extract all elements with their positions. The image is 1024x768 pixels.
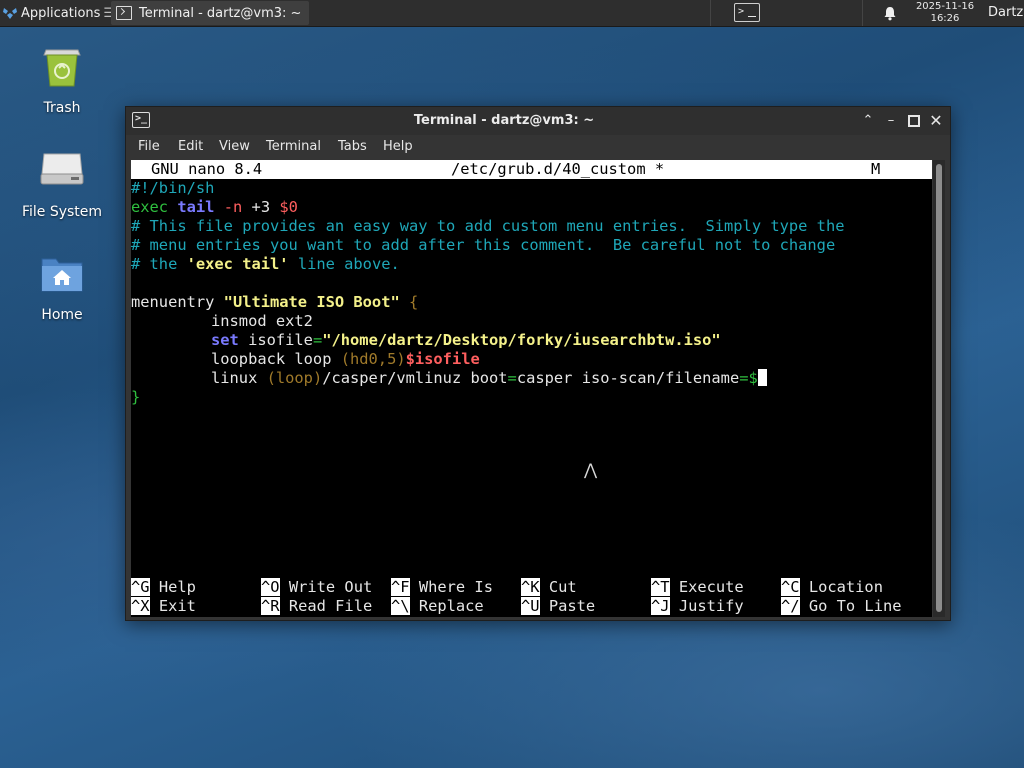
code-line: # the 'exec tail' line above.	[131, 255, 400, 273]
taskbar-item-terminal[interactable]: Terminal - dartz@vm3: ~	[111, 1, 309, 25]
xfce-logo-icon	[3, 8, 17, 19]
trash-icon	[43, 49, 81, 87]
desktop-icon-home[interactable]: Home	[12, 249, 112, 323]
terminal-content[interactable]: GNU nano 8.4 /etc/grub.d/40_custom * M #…	[131, 160, 932, 617]
shortcut-paste[interactable]: ^U Paste	[521, 597, 595, 616]
code-line: exec tail -n +3 $0	[131, 198, 298, 216]
shortcut-exit[interactable]: ^X Exit	[131, 597, 196, 616]
nano-header-bar: GNU nano 8.4 /etc/grub.d/40_custom * M	[131, 160, 932, 179]
nano-version: GNU nano 8.4	[151, 160, 263, 178]
desktop-icon-label: Trash	[43, 100, 81, 116]
menu-bar: File Edit View Terminal Tabs Help	[126, 135, 950, 159]
code-line: menuentry "Ultimate ISO Boot" {	[131, 293, 419, 311]
code-line: #!/bin/sh	[131, 179, 215, 197]
maximize-icon[interactable]	[904, 111, 924, 131]
code-line: set isofile="/home/dartz/Desktop/forky/i…	[211, 331, 721, 349]
menu-terminal[interactable]: Terminal	[266, 139, 321, 154]
code-line: # menu entries you want to add after thi…	[131, 236, 836, 254]
clock-date: 2025-11-16	[915, 1, 975, 12]
menu-edit[interactable]: Edit	[178, 139, 203, 154]
window-title: Terminal - dartz@vm3: ~	[413, 113, 595, 128]
notification-bell-icon[interactable]	[882, 5, 898, 21]
top-panel: Applications ☰ Terminal - dartz@vm3: ~ >…	[0, 0, 1024, 27]
nano-filename: /etc/grub.d/40_custom *	[451, 160, 665, 178]
shortcut-replace[interactable]: ^\ Replace	[391, 597, 484, 616]
desktop-icon-label: Home	[41, 307, 83, 323]
window-titlebar[interactable]: >_ Terminal - dartz@vm3: ~ ⌃ – ✕	[126, 107, 950, 135]
text-cursor	[757, 369, 767, 386]
i-beam-cursor-icon: ⋀	[584, 460, 598, 479]
close-icon[interactable]: ✕	[926, 111, 946, 131]
shortcut-cut[interactable]: ^K Cut	[521, 578, 577, 597]
code-line: linux (loop)/casper/vmlinuz boot=casper …	[211, 369, 767, 388]
taskbar-item-title: Terminal - dartz@vm3: ~	[139, 5, 302, 21]
menu-help[interactable]: Help	[383, 139, 413, 154]
terminal-icon	[116, 6, 132, 20]
code-line: # This file provides an easy way to add …	[131, 217, 845, 235]
terminal-launcher-icon[interactable]: >	[734, 3, 760, 22]
shortcut-execute[interactable]: ^T Execute	[651, 578, 744, 597]
user-menu[interactable]: Dartz	[988, 0, 1023, 26]
clock-time: 16:26	[930, 13, 960, 24]
clock[interactable]: 2025-11-16 16:26	[910, 1, 980, 25]
shortcut-location[interactable]: ^C Location	[781, 578, 883, 597]
minimize-icon[interactable]: –	[881, 111, 901, 131]
shortcut-where-is[interactable]: ^F Where Is	[391, 578, 493, 597]
applications-menu-button[interactable]: Applications ☰	[0, 0, 121, 26]
shortcut-go-to-line[interactable]: ^/ Go To Line	[781, 597, 902, 616]
code-line: }	[131, 388, 141, 406]
code-line: loopback loop (hd0,5)$isofile	[211, 350, 480, 368]
terminal-window: >_ Terminal - dartz@vm3: ~ ⌃ – ✕ File Ed…	[125, 106, 951, 621]
menu-view[interactable]: View	[219, 139, 250, 154]
terminal-scrollbar[interactable]	[933, 160, 945, 617]
shortcut-write-out[interactable]: ^O Write Out	[261, 578, 372, 597]
menu-tabs[interactable]: Tabs	[338, 139, 367, 154]
home-folder-icon	[41, 258, 83, 292]
shortcut-read-file[interactable]: ^R Read File	[261, 597, 372, 616]
shortcut-help[interactable]: ^G Help	[131, 578, 196, 597]
roll-up-icon[interactable]: ⌃	[858, 111, 878, 131]
shortcut-justify[interactable]: ^J Justify	[651, 597, 744, 616]
desktop-icon-file-system[interactable]: File System	[12, 146, 112, 220]
drive-icon	[40, 153, 84, 185]
nano-modified-flag: M	[871, 160, 881, 178]
menu-file[interactable]: File	[138, 139, 160, 154]
desktop-icon-trash[interactable]: Trash	[12, 42, 112, 116]
panel-separator	[710, 0, 711, 26]
code-line: insmod ext2	[211, 312, 313, 330]
scrollbar-thumb[interactable]	[936, 164, 942, 612]
applications-label: Applications	[21, 5, 101, 21]
panel-separator	[862, 0, 863, 26]
desktop-icon-label: File System	[21, 204, 103, 220]
